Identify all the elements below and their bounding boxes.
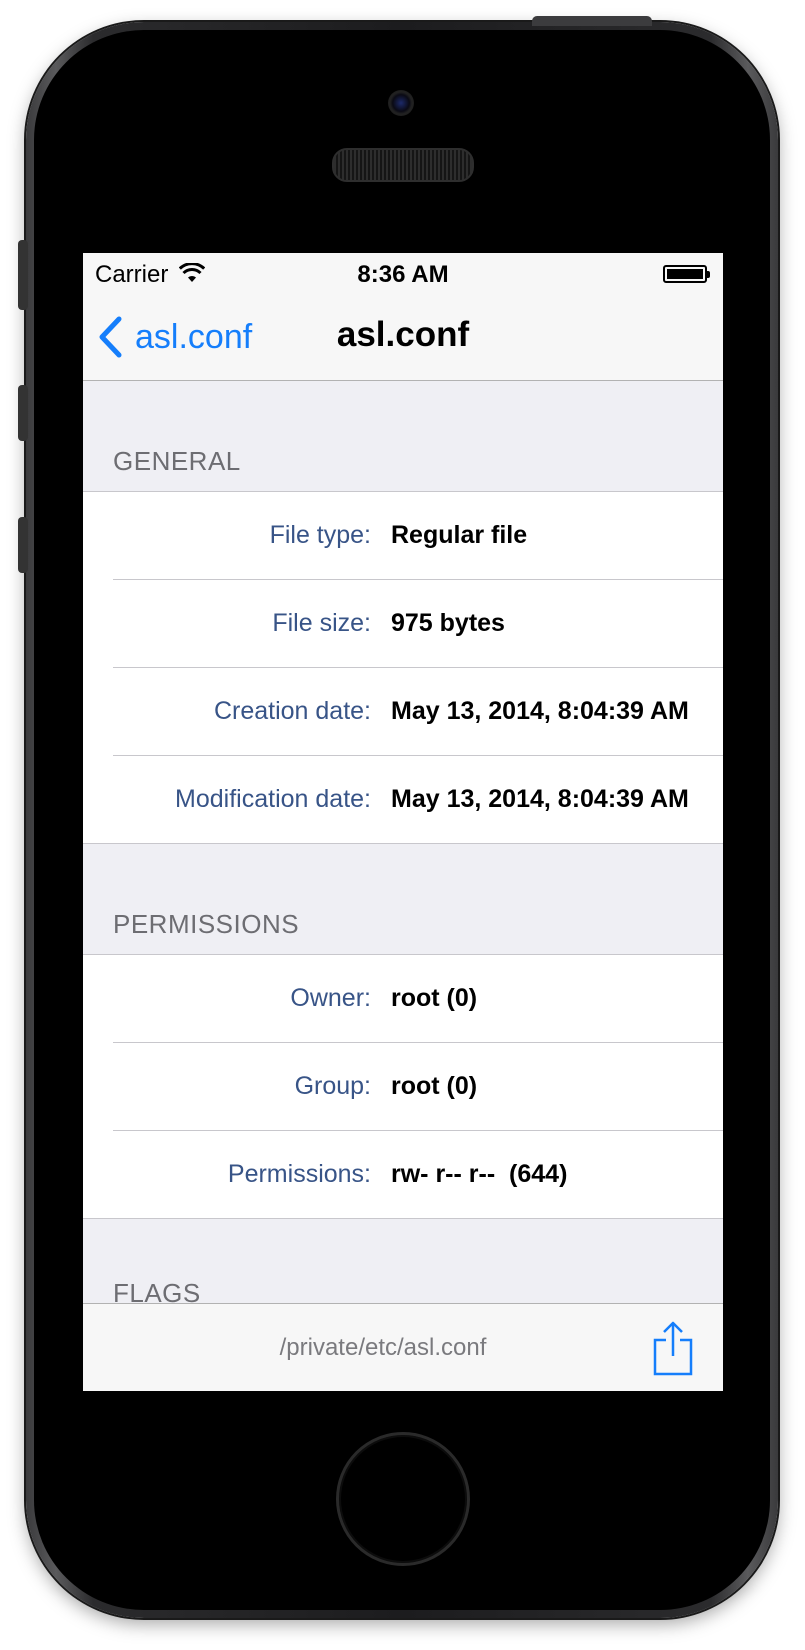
section-header-permissions: PERMISSIONS xyxy=(113,909,300,939)
battery-icon xyxy=(663,265,710,283)
row-value: May 13, 2014, 8:04:39 AM xyxy=(391,785,689,813)
row-value: rw- r-- r-- (644) xyxy=(391,1160,568,1188)
status-bar: Carrier 8:36 AM xyxy=(83,253,723,293)
share-icon[interactable] xyxy=(651,1320,695,1376)
general-group: File type: Regular file File size: 975 b… xyxy=(83,491,723,844)
row-label: File type: xyxy=(269,521,371,549)
row-owner: Owner: root (0) xyxy=(83,955,723,1042)
sleep-button xyxy=(532,16,652,26)
row-label: Owner: xyxy=(290,984,371,1012)
row-permissions: Permissions: rw- r-- r-- (644) xyxy=(83,1130,723,1218)
row-value: root (0) xyxy=(391,1072,478,1100)
row-file-type: File type: Regular file xyxy=(83,492,723,579)
mute-switch xyxy=(18,240,28,310)
volume-up-button xyxy=(18,385,28,441)
screen: Carrier 8:36 AM asl.conf asl.conf GENERA… xyxy=(83,253,723,1391)
permissions-group: Owner: root (0) Group: root (0) Permissi… xyxy=(83,954,723,1219)
row-file-size: File size: 975 bytes xyxy=(83,579,723,667)
row-value: 975 bytes xyxy=(391,609,505,637)
earpiece-speaker xyxy=(332,148,474,182)
row-label: Group: xyxy=(294,1072,371,1100)
file-path-label: /private/etc/asl.conf xyxy=(279,1334,487,1361)
row-label: File size: xyxy=(272,609,371,637)
row-modification-date: Modification date: May 13, 2014, 8:04:39… xyxy=(83,755,723,843)
file-info-table[interactable]: GENERAL File type: Regular file File siz… xyxy=(83,381,723,1309)
status-time: 8:36 AM xyxy=(357,261,449,288)
front-camera xyxy=(388,90,414,116)
volume-down-button xyxy=(18,517,28,573)
row-value: root (0) xyxy=(391,984,478,1012)
section-header-general: GENERAL xyxy=(113,446,241,476)
row-value: Regular file xyxy=(391,521,528,549)
row-label: Creation date: xyxy=(213,697,371,725)
page-title: asl.conf xyxy=(336,315,470,354)
row-value: May 13, 2014, 8:04:39 AM xyxy=(391,697,689,725)
row-label: Modification date: xyxy=(175,785,371,813)
navigation-bar: asl.conf asl.conf xyxy=(83,293,723,381)
home-button[interactable] xyxy=(336,1432,470,1566)
bottom-toolbar: /private/etc/asl.conf xyxy=(83,1303,723,1391)
row-creation-date: Creation date: May 13, 2014, 8:04:39 AM xyxy=(83,667,723,755)
row-label: Permissions: xyxy=(227,1160,371,1188)
section-header-flags: FLAGS xyxy=(113,1278,201,1308)
row-group: Group: root (0) xyxy=(83,1042,723,1130)
